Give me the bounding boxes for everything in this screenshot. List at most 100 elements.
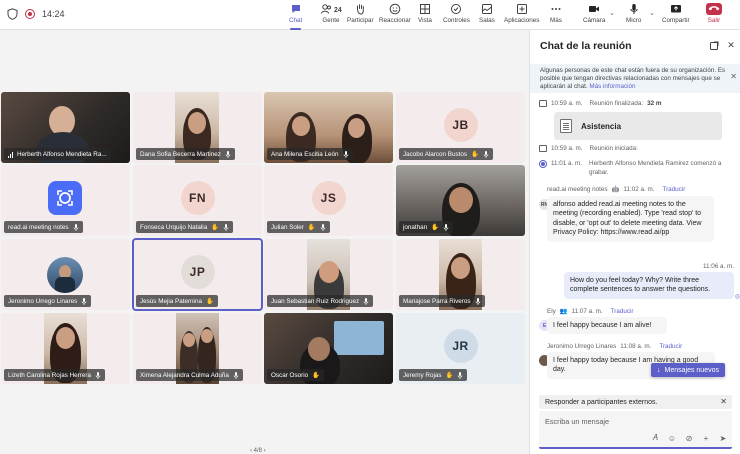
participant-photo bbox=[47, 257, 83, 293]
shield-check-icon bbox=[451, 4, 462, 14]
participant-tile[interactable]: Oscar Osorio ✋ bbox=[264, 313, 393, 384]
pop-out-icon[interactable] bbox=[709, 40, 719, 50]
learn-more-link[interactable]: Más información bbox=[589, 83, 635, 90]
participant-name-label: Herberth Alfonso Mendieta Ra... bbox=[4, 148, 111, 160]
participant-name-label: read.ai meeting notes bbox=[4, 221, 83, 233]
chat-icon bbox=[291, 5, 300, 13]
participant-tile[interactable]: Herberth Alfonso Mendieta Ra... bbox=[1, 92, 130, 163]
participant-tile[interactable]: Mariajose Parra Riveros bbox=[396, 239, 525, 310]
emoji-icon[interactable]: ☺ bbox=[667, 433, 677, 443]
mic-muted-icon bbox=[233, 371, 239, 379]
participant-avatar: JB bbox=[443, 107, 478, 142]
leave-button[interactable]: Salir bbox=[706, 3, 722, 27]
translate-link[interactable]: Traducir bbox=[662, 186, 685, 193]
mic-muted-icon bbox=[443, 223, 449, 231]
mic-button[interactable]: Micro bbox=[626, 3, 641, 27]
guest-icon: 👥 bbox=[559, 308, 568, 315]
participant-name-label: Dana Sofia Becerra Martinez bbox=[136, 148, 235, 160]
bot-icon: 🤖 bbox=[611, 186, 620, 193]
mic-options-chevron-icon[interactable]: ⌄ bbox=[649, 9, 655, 17]
participant-name-label: Jeronimo Urrego Linares bbox=[4, 295, 92, 307]
meeting-timer: 14:24 bbox=[42, 9, 65, 19]
apps-button[interactable]: Aplicaciones bbox=[504, 3, 539, 27]
message-bubble: alfonso added read.ai meeting notes to t… bbox=[547, 196, 714, 242]
plus-icon[interactable]: + bbox=[701, 433, 711, 443]
controls-button[interactable]: Controles bbox=[443, 3, 470, 27]
participant-name-label: Lizeth Carolina Rojas Herrera bbox=[4, 369, 105, 381]
loop-icon[interactable]: ⊘ bbox=[684, 433, 694, 443]
participant-name-label: Juan Sebastian Ruiz Rodriguez bbox=[267, 295, 374, 307]
message-list: 10:59 a. m. Reunión finalizada: 32 m Asi… bbox=[530, 93, 740, 393]
send-icon[interactable]: ➤ bbox=[718, 433, 728, 443]
message-time: 11:06 a. m. bbox=[702, 263, 734, 270]
recording-icon bbox=[539, 160, 547, 168]
mic-muted-icon bbox=[95, 371, 101, 379]
mic-muted-icon bbox=[457, 371, 463, 379]
mic-muted-icon bbox=[343, 150, 348, 158]
read-ai-logo-icon bbox=[48, 181, 82, 215]
react-button[interactable]: Reaccionar bbox=[379, 3, 411, 27]
message-composer: 𝐴 ☺ ⊘ + ➤ bbox=[539, 411, 732, 449]
status-area: 14:24 bbox=[6, 8, 65, 20]
new-messages-button[interactable]: ↓ Mensajes nuevos bbox=[651, 363, 725, 377]
translate-link[interactable]: Traducir bbox=[659, 343, 682, 350]
participant-tile[interactable]: Ana Milena Escitia León bbox=[264, 92, 393, 163]
hand-icon: ✋ bbox=[211, 224, 220, 231]
grid-view-icon bbox=[419, 4, 430, 14]
participant-tile[interactable]: Juan Sebastian Ruiz Rodriguez bbox=[264, 239, 393, 310]
raise-hand-button[interactable]: Participar bbox=[347, 3, 374, 27]
system-message: 11:01 a. m. Herberth Alfonso Mendieta Ra… bbox=[539, 159, 729, 177]
participant-tile[interactable]: JB Jacobo Alarcon Bustos ✋ bbox=[396, 92, 525, 163]
shield-icon bbox=[6, 8, 18, 20]
share-screen-icon bbox=[670, 5, 681, 13]
mic-muted-icon bbox=[475, 297, 480, 305]
window-background bbox=[334, 321, 384, 355]
participant-tile[interactable]: Lizeth Carolina Rojas Herrera bbox=[1, 313, 130, 384]
microphone-icon bbox=[630, 4, 638, 14]
close-icon[interactable]: ✕ bbox=[730, 72, 737, 81]
signal-icon bbox=[8, 151, 13, 158]
message-bubble: I feel happy because I am alive! bbox=[547, 317, 667, 335]
page-indicator[interactable]: ‹ 4/8 › bbox=[250, 448, 266, 454]
participant-tile[interactable]: Ximena Alejandra Culma Aduña bbox=[133, 313, 262, 384]
hang-up-icon bbox=[706, 3, 722, 15]
hand-icon: ✋ bbox=[431, 224, 440, 231]
emoji-icon bbox=[389, 3, 401, 15]
translate-link[interactable]: Traducir bbox=[611, 308, 634, 315]
mic-muted-icon bbox=[320, 223, 326, 231]
close-icon[interactable]: ✕ bbox=[720, 397, 727, 406]
participant-tile[interactable]: FN Fonseca Urquijo Natalia ✋ bbox=[133, 165, 262, 236]
more-button[interactable]: Más bbox=[550, 3, 562, 27]
participant-tile[interactable]: read.ai meeting notes bbox=[1, 165, 130, 236]
share-button[interactable]: Compartir bbox=[662, 3, 690, 27]
participant-tile[interactable]: Jeronimo Urrego Linares bbox=[1, 239, 130, 310]
mic-muted-icon bbox=[225, 150, 231, 158]
participant-tile[interactable]: Dana Sofia Becerra Martinez bbox=[133, 92, 262, 163]
participant-name-label: Ana Milena Escitia León bbox=[267, 148, 353, 160]
camera-button[interactable]: Cámara bbox=[583, 3, 605, 27]
hand-icon: ✋ bbox=[445, 372, 454, 379]
participant-tile[interactable]: JS Julian Soler ✋ bbox=[264, 165, 393, 236]
view-button[interactable]: Vista bbox=[418, 3, 432, 27]
participant-tile[interactable]: jonathan ✋ bbox=[396, 165, 525, 236]
chat-button[interactable]: Chat bbox=[289, 3, 302, 30]
meeting-icon bbox=[539, 145, 547, 152]
chat-title: Chat de la reunión bbox=[540, 40, 632, 52]
participant-name-label: Ximena Alejandra Culma Aduña bbox=[136, 369, 243, 381]
camera-options-chevron-icon[interactable]: ⌄ bbox=[609, 9, 615, 17]
people-button[interactable]: 24 Gente bbox=[320, 3, 342, 27]
message-input[interactable] bbox=[545, 414, 725, 428]
add-app-icon bbox=[516, 4, 527, 14]
mic-muted-icon bbox=[223, 223, 229, 231]
hand-icon: ✋ bbox=[312, 372, 320, 379]
rooms-button[interactable]: Salas bbox=[479, 3, 495, 27]
document-icon bbox=[560, 119, 572, 133]
participant-tile[interactable]: JP Jesús Mejia Paternina ✋ bbox=[132, 238, 263, 311]
format-icon[interactable]: 𝐴 bbox=[650, 433, 660, 443]
participant-tile[interactable]: JR Jeremy Rojas ✋ bbox=[396, 313, 525, 384]
more-icon bbox=[551, 8, 561, 10]
close-icon[interactable]: ✕ bbox=[726, 40, 736, 50]
participant-name-label: jonathan ✋ bbox=[399, 221, 454, 233]
attendance-card[interactable]: Asistencia bbox=[554, 112, 722, 140]
meeting-toolbar: 14:24 Chat 24 Gente Participar Reacciona… bbox=[0, 0, 740, 30]
